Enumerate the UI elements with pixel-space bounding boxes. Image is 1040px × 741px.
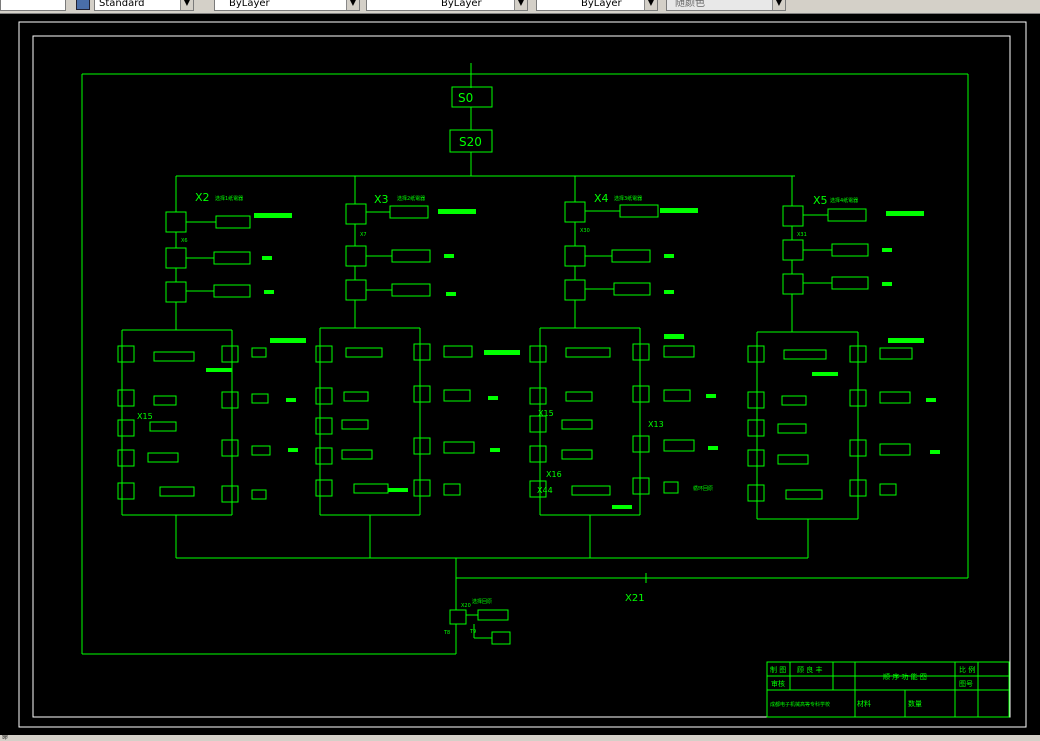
title-checked: 审核: [771, 679, 785, 688]
label-x21: X21: [625, 593, 645, 604]
label-x16: X16: [546, 470, 562, 479]
text-style-value: Standard: [99, 0, 145, 9]
title-material: 材料: [857, 699, 871, 708]
step-s20-label: S20: [459, 135, 482, 149]
lineweight-select[interactable]: ByLayer ▼: [536, 0, 658, 11]
chevron-down-icon[interactable]: ▼: [644, 0, 657, 10]
step-s0-label: S0: [458, 91, 473, 105]
chevron-down-icon[interactable]: ▼: [514, 0, 527, 10]
branch-label-x4: X4: [594, 192, 609, 205]
label-x15: X15: [137, 412, 153, 421]
command-line[interactable]: 命: [0, 734, 1040, 741]
text-style-icon[interactable]: [76, 0, 90, 10]
title-scale: 比 例: [959, 665, 975, 674]
color-value: 随颜色: [675, 0, 705, 9]
chevron-down-icon[interactable]: ▼: [772, 0, 785, 10]
lineweight-value: ByLayer: [581, 0, 622, 9]
branch-note-4: 选择4纸電器: [830, 197, 858, 204]
label-t8: T8: [443, 630, 450, 636]
sfc-drawing: S0 S20 X2 X3 X4 X5 选择1纸電器 选择2纸電器 选择3纸電器 …: [18, 21, 1027, 728]
end-note: 循环回原: [693, 485, 713, 492]
label-x20: X20: [461, 603, 471, 609]
title-drawn: 制 图: [770, 665, 786, 674]
label-x7: X7: [360, 232, 367, 238]
outer-border: [18, 21, 1027, 728]
bottom-note: 选择回原: [472, 598, 492, 605]
branch-note-3: 选择3纸電器: [614, 195, 642, 202]
font-name-field[interactable]: [0, 0, 66, 11]
title-drawn-name: 顾 良 丰: [797, 665, 822, 674]
layer-select[interactable]: ByLayer ▼: [214, 0, 360, 11]
branch-label-x2: X2: [195, 191, 210, 204]
text-style-select[interactable]: Standard ▼: [94, 0, 194, 11]
drawing-canvas[interactable]: S0 S20 X2 X3 X4 X5 选择1纸電器 选择2纸電器 选择3纸電器 …: [0, 14, 1040, 741]
layer-value: ByLayer: [229, 0, 270, 9]
label-x6: X6: [181, 238, 188, 244]
branch-note-1: 选择1纸電器: [215, 195, 243, 202]
chevron-down-icon[interactable]: ▼: [180, 0, 193, 10]
title-drawing-name: 顺 序 功 能 图: [883, 672, 927, 681]
color-select[interactable]: 随颜色 ▼: [666, 0, 786, 11]
branch-label-x5: X5: [813, 194, 828, 207]
label-x44: X44: [537, 486, 553, 495]
label-t9: T9: [469, 629, 476, 635]
branch-note-2: 选择2纸電器: [397, 195, 425, 202]
title-qty: 数量: [908, 699, 922, 708]
branch-label-x3: X3: [374, 193, 389, 206]
command-line-text: 命: [2, 734, 9, 741]
linetype-select[interactable]: ByLayer ▼: [366, 0, 528, 11]
title-school: 成都电子机械高等专科学校: [770, 701, 830, 708]
toolbar: Standard ▼ ByLayer ▼ ByLayer ▼ ByLayer ▼ 随颜色…: [0, 0, 1040, 14]
label-x31: X31: [797, 232, 807, 238]
title-sheet: 图号: [959, 680, 973, 688]
inner-border: [32, 35, 1011, 718]
linetype-value: ByLayer: [441, 0, 482, 9]
label-x30: X30: [580, 228, 590, 234]
chevron-down-icon[interactable]: ▼: [346, 0, 359, 10]
label-x15b: X15: [538, 409, 554, 418]
label-x13: X13: [648, 420, 664, 429]
